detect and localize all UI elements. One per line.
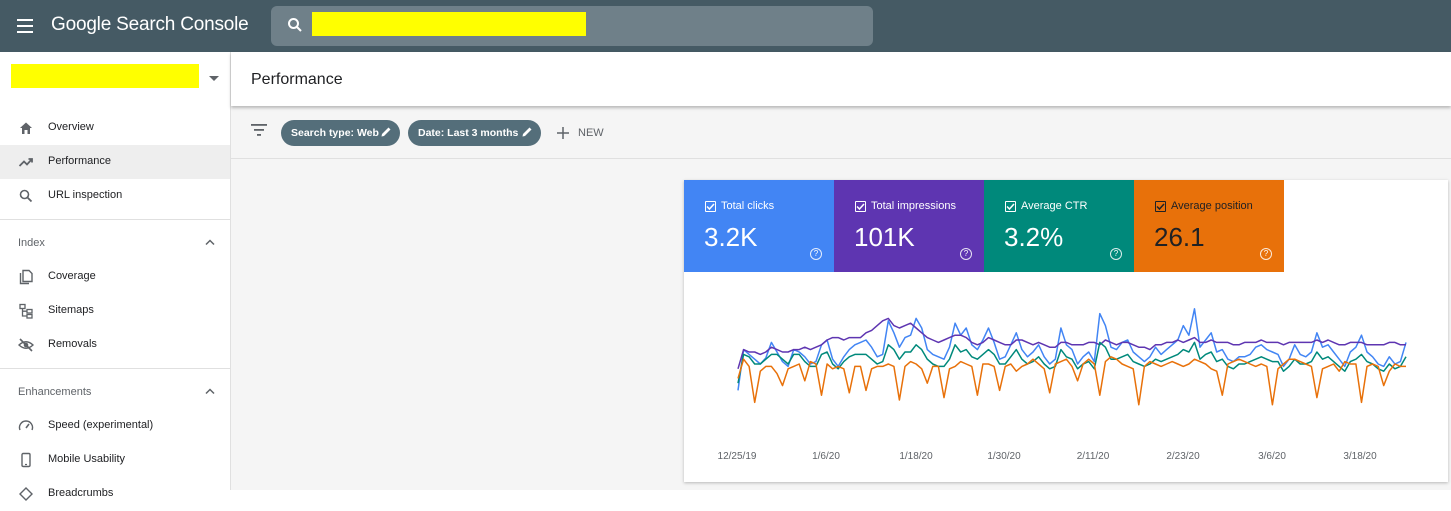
x-tick-label: 1/6/20 (812, 451, 840, 462)
sidebar-divider (0, 219, 230, 220)
main-menu-button[interactable] (14, 14, 38, 38)
x-tick-label: 3/6/20 (1258, 451, 1286, 462)
help-icon[interactable]: ? (810, 248, 822, 260)
sidebar-item-speed[interactable]: Speed (experimental) (0, 409, 230, 443)
sidebar-item-label: Removals (48, 338, 97, 350)
help-icon[interactable]: ? (1260, 248, 1272, 260)
plus-icon (557, 127, 569, 139)
trending-up-icon (18, 158, 33, 167)
property-selector[interactable] (0, 52, 230, 104)
app-title[interactable]: Google Search Console (51, 14, 249, 36)
metric-total-clicks[interactable]: Total clicks 3.2K ? (684, 180, 834, 272)
coverage-icon (19, 269, 33, 285)
checkbox-checked-icon (705, 201, 716, 212)
section-label: Index (18, 237, 45, 249)
phone-icon (21, 452, 31, 468)
date-range-chip[interactable]: Date: Last 3 months (408, 120, 541, 146)
filter-icon[interactable] (251, 124, 267, 136)
x-tick-label: 12/25/19 (718, 451, 757, 462)
home-icon (20, 122, 32, 134)
x-tick-label: 2/23/20 (1166, 451, 1200, 462)
help-icon[interactable]: ? (1110, 248, 1122, 260)
pencil-icon (381, 127, 391, 137)
page-title: Performance (251, 71, 343, 88)
page-header: Performance (231, 52, 1451, 106)
metric-value: 3.2K (704, 222, 758, 252)
metric-label: Average position (1171, 200, 1253, 212)
performance-line-chart: 12/25/19 1/6/20 1/18/20 1/30/20 2/11/20 2/23/… (718, 308, 1407, 462)
search-icon (288, 18, 302, 32)
hamburger-menu-icon (17, 19, 33, 33)
x-tick-label: 3/18/20 (1343, 451, 1377, 462)
metric-value: 101K (854, 222, 915, 252)
top-app-bar: Google Search Console (0, 0, 1451, 52)
nav-main: Overview Performance URL inspection Inde… (0, 111, 230, 511)
checkbox-checked-icon (1005, 201, 1016, 212)
series-line-average-ctr (737, 341, 1407, 384)
search-query-redaction (312, 12, 586, 36)
metric-label: Total clicks (721, 200, 775, 212)
section-label: Enhancements (18, 386, 92, 398)
sidebar-item-mobile-usability[interactable]: Mobile Usability (0, 443, 230, 477)
metric-total-impressions[interactable]: Total impressions 101K ? (834, 180, 984, 272)
sidebar-item-label: URL inspection (48, 189, 123, 201)
breadcrumb-icon (19, 487, 33, 501)
metric-label: Total impressions (871, 200, 956, 212)
chevron-up-icon (205, 388, 215, 395)
sitemap-icon (19, 303, 33, 319)
sidebar-item-label: Speed (experimental) (48, 419, 154, 431)
search-type-chip[interactable]: Search type: Web (281, 120, 400, 146)
new-filter-label: NEW (578, 127, 604, 139)
x-tick-label: 2/11/20 (1077, 451, 1110, 462)
search-icon (19, 189, 33, 203)
speedometer-icon (18, 420, 34, 431)
series-line-total-impressions (737, 317, 1406, 370)
sidebar-item-label: Overview (48, 121, 94, 133)
performance-card: Total clicks 3.2K ? Total impressions 10… (684, 180, 1448, 482)
eye-off-icon (18, 338, 34, 352)
sidebar-item-url-inspection[interactable]: URL inspection (0, 179, 230, 213)
property-name-redaction (11, 64, 199, 88)
sidebar-item-coverage[interactable]: Coverage (0, 260, 230, 294)
sidebar-item-sitemaps[interactable]: Sitemaps (0, 294, 230, 328)
sidebar-item-label: Performance (48, 155, 111, 167)
help-icon[interactable]: ? (960, 248, 972, 260)
metric-value: 3.2% (1004, 222, 1064, 252)
sidebar-section-index[interactable]: Index (0, 226, 230, 260)
chip-label: Search type: Web (291, 127, 379, 139)
sidebar-item-label: Coverage (48, 270, 96, 282)
pencil-icon (522, 127, 532, 137)
chevron-up-icon (205, 239, 215, 246)
series-line-total-clicks (737, 308, 1407, 391)
sidebar-item-removals[interactable]: Removals (0, 328, 230, 362)
sidebar-item-label: Mobile Usability (48, 453, 126, 465)
caret-down-icon (209, 76, 219, 81)
checkbox-checked-icon (1155, 201, 1166, 212)
metric-average-ctr[interactable]: Average CTR 3.2% ? (984, 180, 1134, 272)
sidebar: Overview Performance URL inspection Inde… (0, 52, 231, 501)
sidebar-item-performance[interactable]: Performance (0, 145, 230, 179)
chip-label: Date: Last 3 months (418, 127, 519, 139)
sidebar-item-breadcrumbs[interactable]: Breadcrumbs (0, 477, 230, 511)
checkbox-checked-icon (855, 201, 866, 212)
new-filter-button[interactable]: NEW (556, 123, 604, 143)
sidebar-section-enhancements[interactable]: Enhancements (0, 375, 230, 409)
metric-average-position[interactable]: Average position 26.1 ? (1134, 180, 1284, 272)
series-line-average-position (737, 356, 1406, 406)
metric-value: 26.1 (1154, 222, 1205, 252)
main-content: Search type: Web Date: Last 3 months NEW… (231, 106, 1451, 490)
sidebar-item-label: Breadcrumbs (48, 487, 114, 499)
sidebar-divider (0, 368, 230, 369)
filter-bar: Search type: Web Date: Last 3 months NEW (231, 106, 1451, 159)
sidebar-item-overview[interactable]: Overview (0, 111, 230, 145)
x-tick-label: 1/18/20 (899, 451, 933, 462)
x-tick-label: 1/30/20 (987, 451, 1021, 462)
sidebar-item-label: Sitemaps (48, 304, 94, 316)
metric-label: Average CTR (1021, 200, 1088, 212)
